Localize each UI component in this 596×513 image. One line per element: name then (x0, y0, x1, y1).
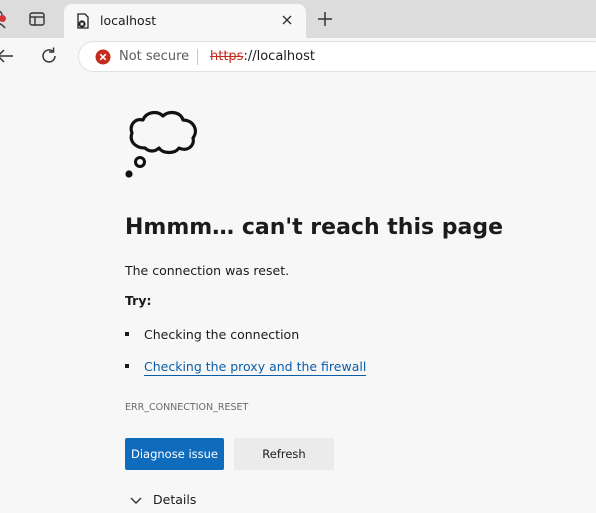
bullet (125, 331, 129, 336)
tab-actions-icon[interactable] (28, 11, 46, 27)
browser-tab[interactable]: localhost (64, 4, 306, 38)
url-text[interactable]: https://localhost (210, 49, 315, 64)
details-label: Details (153, 492, 197, 507)
chevron-down-icon (129, 493, 143, 507)
refresh-icon[interactable] (39, 46, 59, 66)
refresh-button[interactable]: Refresh (234, 438, 334, 470)
thought-cloud-icon (123, 108, 199, 182)
details-toggle[interactable]: Details (129, 492, 196, 507)
suggestion-text: Checking the connection (144, 327, 300, 342)
plus-icon[interactable] (316, 10, 334, 28)
profile-icon[interactable] (0, 8, 12, 30)
navigation-toolbar: Not secure https://localhost (0, 38, 596, 74)
not-secure-icon[interactable] (95, 49, 111, 65)
try-label: Try: (125, 293, 152, 308)
url-host: ://localhost (243, 49, 315, 64)
back-arrow-icon[interactable] (0, 47, 14, 65)
diagnose-issue-button[interactable]: Diagnose issue (125, 438, 224, 470)
tab-title: localhost (100, 13, 157, 28)
page-headline: Hmmm… can't reach this page (125, 215, 504, 240)
address-bar[interactable]: Not secure https://localhost (78, 41, 596, 72)
security-label[interactable]: Not secure (119, 49, 189, 64)
suggestion-item: Checking the proxy and the firewall (125, 359, 367, 376)
proxy-firewall-link[interactable]: Checking the proxy and the firewall (144, 359, 367, 376)
close-icon[interactable] (279, 12, 295, 28)
tab-strip: localhost (0, 0, 596, 38)
error-code: ERR_CONNECTION_RESET (125, 402, 249, 413)
broken-page-icon (75, 13, 91, 29)
error-message: The connection was reset. (125, 263, 290, 278)
address-divider (197, 49, 198, 65)
url-scheme: https (210, 49, 244, 64)
suggestion-item: Checking the connection (125, 327, 299, 342)
bullet (125, 363, 129, 368)
